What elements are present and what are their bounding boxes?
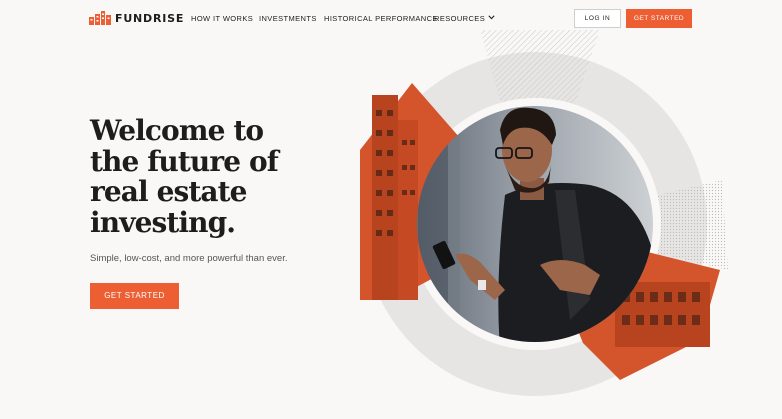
hero-headline: Welcome to the future of real estate inv… <box>90 114 340 239</box>
nav-historical-performance[interactable]: HISTORICAL PERFORMANCE <box>324 14 438 23</box>
nav-resources[interactable]: RESOURCES <box>434 14 495 23</box>
buildings-logo-icon <box>89 11 111 25</box>
nav-how-it-works[interactable]: HOW IT WORKS <box>191 14 253 23</box>
hero-subtitle: Simple, low-cost, and more powerful than… <box>90 253 288 264</box>
headline-line-3: real estate <box>90 175 248 208</box>
chevron-down-icon <box>488 15 495 20</box>
headline-line-2: the future of <box>90 144 279 178</box>
headline-line-1: Welcome to <box>90 114 264 147</box>
get-started-nav-button[interactable]: GET STARTED <box>626 9 692 28</box>
brand-logo[interactable]: FUNDRISE <box>89 11 184 25</box>
nav-resources-label: RESOURCES <box>434 14 486 23</box>
hero-illustration <box>360 30 728 396</box>
nav-investments[interactable]: INVESTMENTS <box>259 14 317 23</box>
headline-line-4: investing. <box>90 205 236 239</box>
get-started-hero-button[interactable]: GET STARTED <box>90 283 179 309</box>
brand-name: FUNDRISE <box>115 11 185 25</box>
login-button[interactable]: LOG IN <box>574 9 621 28</box>
